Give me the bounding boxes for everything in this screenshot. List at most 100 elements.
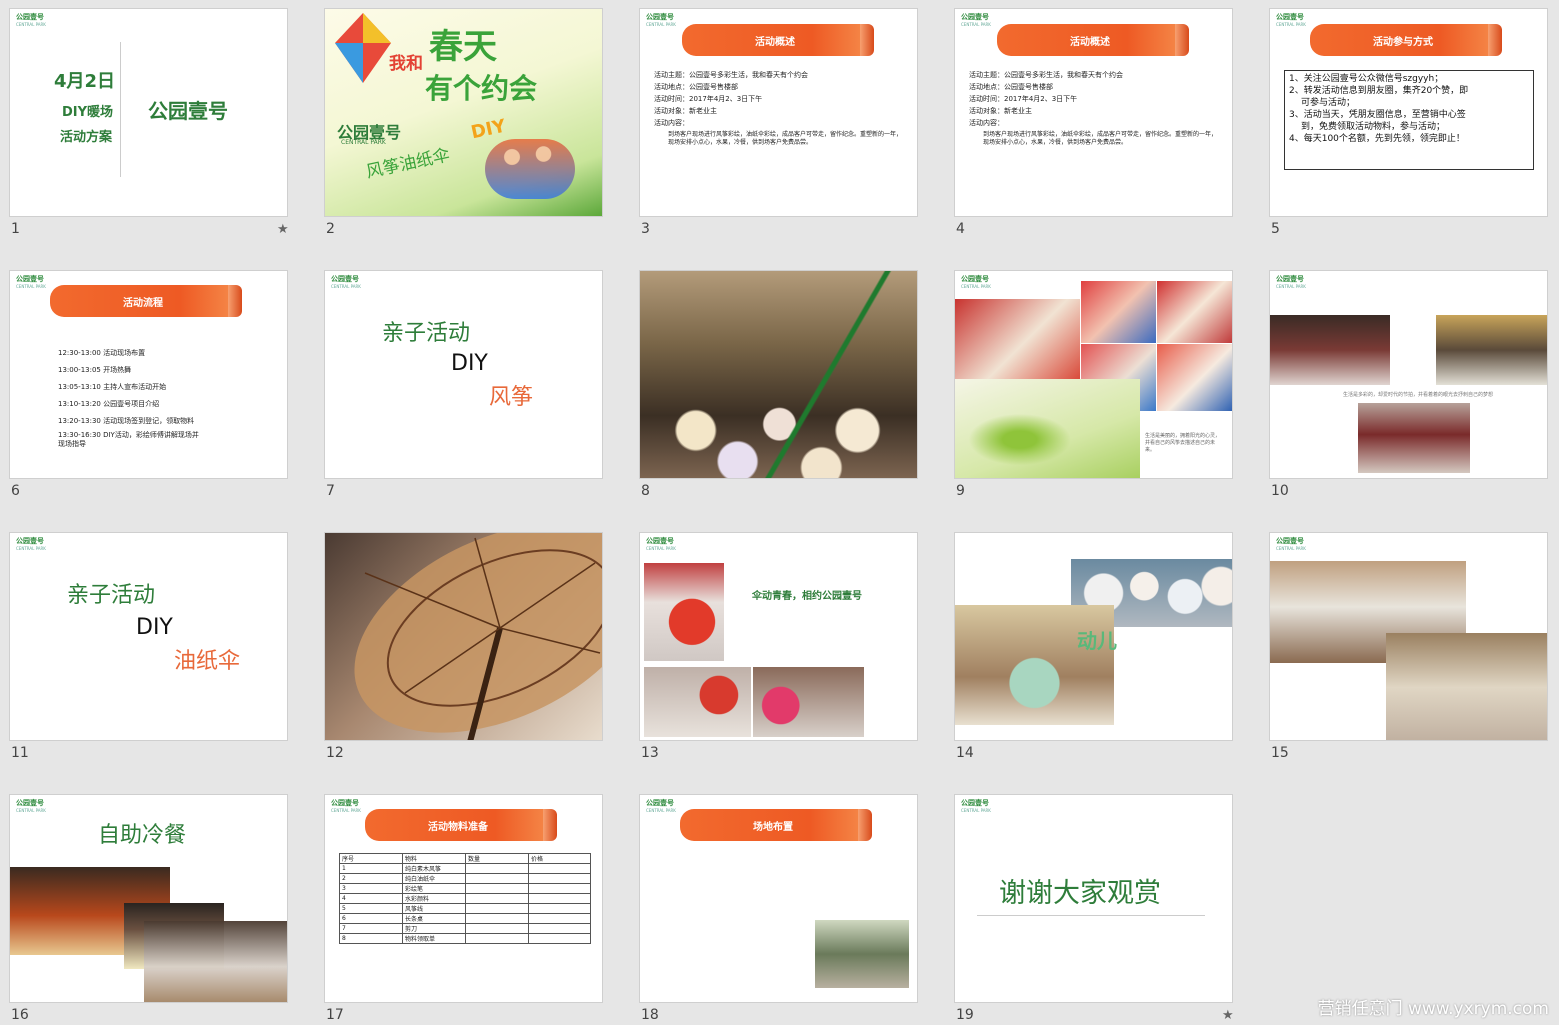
logo: 公园壹号 CENTRAL PARK [961, 13, 991, 27]
table-cell: 4 [339, 893, 403, 904]
table-cell: 1 [339, 863, 403, 874]
slide-5-thumbnail[interactable]: 公园壹号 CENTRAL PARK 活动参与方式 1、关注公园壹号公众微信号szg… [1269, 8, 1548, 217]
materials-table: 序号 物料 数量 价格 1 纯白素木风筝 2 纯白油纸伞 3 彩绘笔 4 水彩颜料 5风… [339, 853, 591, 944]
bullet: 活动对象：新老业主 [969, 107, 1032, 115]
slide-number: 5 [1271, 221, 1280, 237]
table-cell: 剪刀 [402, 923, 466, 934]
slide-12-thumbnail[interactable] [324, 532, 603, 741]
star-icon: ★ [277, 222, 289, 237]
slide-10-thumbnail[interactable]: 公园壹号 CENTRAL PARK 生活是多彩的，却爱时代的节拍，并看着着的眼光去… [1269, 270, 1548, 479]
slide-number: 12 [326, 745, 344, 761]
divider [120, 42, 121, 177]
slide-13-caption: 伞动青春，相约公园壹号 [752, 591, 862, 602]
bullet: 活动内容： [654, 119, 689, 127]
logo: 公园壹号 CENTRAL PARK [961, 275, 991, 289]
slide-6-thumbnail[interactable]: 公园壹号 CENTRAL PARK 活动流程 12:30-13:00 活动现场布置… [9, 270, 288, 479]
table-row: 8 物料领取单 [339, 933, 591, 944]
slide-11-line-a: 亲子活动 [67, 583, 156, 608]
slide-2-t1: 我和 [389, 54, 423, 74]
logo: 公园壹号 CENTRAL PARK [1276, 13, 1306, 27]
list-item: 12:30-13:00 活动现场布置 [58, 349, 146, 357]
list-item: 13:05-13:10 主持人宣布活动开始 [58, 383, 167, 391]
kite-painting-photo [1157, 281, 1232, 343]
slide-6-banner: 活动流程 [50, 285, 242, 317]
table-cell: 长条桌 [402, 913, 466, 924]
slide-number: 16 [11, 1007, 29, 1023]
slide-16-title: 自助冷餐 [98, 823, 187, 848]
list-item: 1、关注公园壹号公众微信号szgyyh； [1289, 74, 1444, 84]
green-diagonal-line [640, 271, 917, 478]
table-row: 2 纯白油纸伞 [339, 873, 591, 884]
slide-2-t5: DIY [469, 115, 508, 144]
logo: 公园壹号 CENTRAL PARK [1276, 275, 1306, 289]
table-cell: 风筝线 [402, 903, 466, 914]
logo: 公园壹号 CENTRAL PARK [646, 799, 676, 813]
slide-number: 17 [326, 1007, 344, 1023]
slide-4-thumbnail[interactable]: 公园壹号 CENTRAL PARK 活动概述 活动主题：公园壹号多彩生活，我和春天… [954, 8, 1233, 217]
slide-2-t4: 风筝油纸伞 [364, 145, 452, 183]
divider [977, 915, 1205, 916]
slide-2-thumbnail[interactable]: 我和 春天 有个约会 公园壹号 CENTRAL PARK 风筝油纸伞 DIY [324, 8, 603, 217]
paper-umbrella-photo [354, 533, 602, 740]
slide-17-thumbnail[interactable]: 公园壹号 CENTRAL PARK 活动物料准备 序号 物料 数量 价格 1 纯白素… [324, 794, 603, 1003]
slide-7-line-a: 亲子活动 [382, 321, 471, 346]
bullet: 活动地点：公园壹号售楼部 [969, 83, 1053, 91]
table-header: 物料 [402, 853, 466, 864]
slide-number: 8 [641, 483, 650, 499]
slide-number: 13 [641, 745, 659, 761]
bullet: 活动对象：新老业主 [654, 107, 717, 115]
bullet: 活动地点：公园壹号售楼部 [654, 83, 738, 91]
slide-2-t3: 有个约会 [425, 72, 538, 105]
slide-number: 6 [11, 483, 20, 499]
slide-1-line2: DIY暖场 [62, 105, 114, 120]
slide-5-box: 1、关注公园壹号公众微信号szgyyh； 2、转发活动信息到朋友圈，集齐20个赞… [1284, 70, 1534, 170]
slide-number: 2 [326, 221, 335, 237]
slide-7-thumbnail[interactable]: 公园壹号 CENTRAL PARK 亲子活动 DIY 风筝 [324, 270, 603, 479]
slide-4-bullets: 活动主题：公园壹号多彩生活，我和春天有个约会 活动地点：公园壹号售楼部 活动时间… [969, 69, 1123, 129]
slide-16-thumbnail[interactable]: 公园壹号 CENTRAL PARK 自助冷餐 [9, 794, 288, 1003]
list-item: 13:00-13:05 开场热舞 [58, 366, 132, 374]
star-icon: ★ [1222, 1008, 1234, 1023]
slide-1-thumbnail[interactable]: 公园壹号 CENTRAL PARK 4月2日 DIY暖场 活动方案 公园壹号 [9, 8, 288, 217]
table-cell: 5 [339, 903, 403, 914]
bullet: 活动主题：公园壹号多彩生活，我和春天有个约会 [969, 71, 1123, 79]
slide-11-thumbnail[interactable]: 公园壹号 CENTRAL PARK 亲子活动 DIY 油纸伞 [9, 532, 288, 741]
umbrella-photo [753, 667, 864, 737]
slide-number: 19 [956, 1007, 974, 1023]
slide-13-thumbnail[interactable]: 公园壹号 CENTRAL PARK 伞动青春，相约公园壹号 [639, 532, 918, 741]
logo: 公园壹号 CENTRAL PARK [961, 799, 991, 813]
slide-2-t2: 春天 [429, 27, 497, 67]
table-header: 数量 [465, 853, 529, 864]
logo: 公园壹号 CENTRAL PARK [1276, 537, 1306, 551]
slide-3-bullets: 活动主题：公园壹号多彩生活，我和春天有个约会 活动地点：公园壹号售楼部 活动时间… [654, 69, 808, 129]
logo: 公园壹号 CENTRAL PARK [331, 275, 361, 289]
list-item: 13:10-13:20 公园壹号项目介绍 [58, 400, 160, 408]
slide-19-thumbnail[interactable]: 公园壹号 CENTRAL PARK 谢谢大家观赏 [954, 794, 1233, 1003]
table-row: 5 风筝线 [339, 903, 591, 914]
slide-10-caption: 生活是多彩的，却爱时代的节拍，并看着着的眼光去抒刺自己的梦想 [1342, 392, 1493, 398]
kite-painting-photo [1157, 344, 1232, 411]
slide-18-thumbnail[interactable]: 公园壹号 CENTRAL PARK 场地布置 [639, 794, 918, 1003]
table-cell: 2 [339, 873, 403, 884]
slide-14-thumbnail[interactable]: 动儿 [954, 532, 1233, 741]
logo: 公园壹号 CENTRAL PARK [16, 275, 46, 289]
slide-number: 10 [1271, 483, 1289, 499]
slide-3-thumbnail[interactable]: 公园壹号 CENTRAL PARK 活动概述 活动主题：公园壹号多彩生活，我和春天… [639, 8, 918, 217]
slide-3-banner: 活动概述 [682, 24, 874, 56]
table-cell: 水彩颜料 [402, 893, 466, 904]
slide-14-sign: 动儿 [1077, 629, 1117, 653]
slide-8-thumbnail[interactable] [639, 270, 918, 479]
slide-number: 7 [326, 483, 335, 499]
slide-18-banner: 场地布置 [680, 809, 872, 841]
list-item: 13:20-13:30 活动现场签到登记，领取物料 [58, 417, 195, 425]
event-photo [1436, 315, 1547, 385]
slide-7-line-b: DIY [451, 351, 488, 376]
slide-9-thumbnail[interactable]: 公园壹号 CENTRAL PARK 生活是美丽的，拥着阳光的心灵，并看自己的风筝去… [954, 270, 1233, 479]
bullet: 活动时间：2017年4月2、3日下午 [654, 95, 763, 103]
table-cell: 彩绘笔 [402, 883, 466, 894]
logo: 公园壹号 CENTRAL PARK [331, 799, 361, 813]
slide-11-line-c: 油纸伞 [174, 649, 241, 674]
list-item: 到，免费领取活动物料，参与活动； [1301, 122, 1446, 132]
slide-1-brand: 公园壹号 [148, 99, 228, 123]
slide-15-thumbnail[interactable]: 公园壹号 CENTRAL PARK [1269, 532, 1548, 741]
